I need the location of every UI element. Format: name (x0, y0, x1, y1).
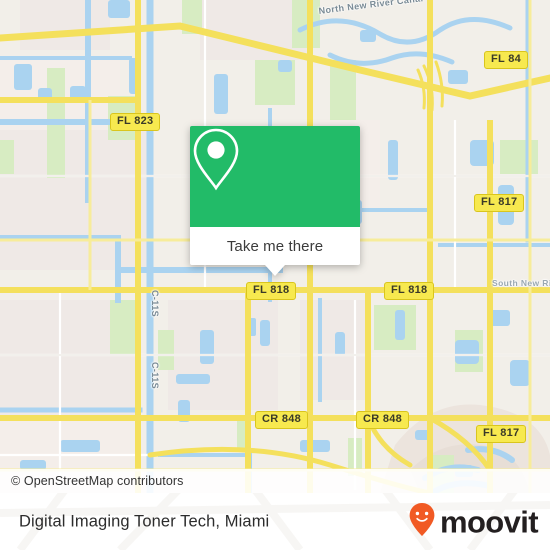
road-shield-fl-818-west[interactable]: FL 818 (246, 282, 297, 300)
openstreetmap-attribution[interactable]: © OpenStreetMap contributors (0, 474, 184, 488)
moovit-wordmark: moovit (439, 504, 539, 539)
footer-bar: Digital Imaging Toner Tech, Miami moovit (0, 493, 550, 550)
place-callout[interactable]: Take me there (190, 126, 360, 276)
take-me-there-label: Take me there (226, 237, 324, 255)
water-label-c11s-upper: C-11S (150, 290, 160, 318)
water-label-south-new-river: South New River Blvd (492, 278, 550, 288)
callout-tail (265, 265, 285, 276)
callout-header (190, 126, 360, 227)
map-page: North New River Canal C-11S C-11S South … (0, 0, 550, 550)
road-shield-fl-823[interactable]: FL 823 (110, 113, 161, 131)
road-shield-cr-848-west[interactable]: CR 848 (255, 411, 309, 429)
take-me-there-button[interactable]: Take me there (190, 227, 360, 276)
place-title: Digital Imaging Toner Tech, Miami (19, 512, 270, 530)
moovit-logo[interactable]: moovit (409, 502, 539, 541)
road-shield-fl-817-south[interactable]: FL 817 (476, 425, 527, 443)
road-shield-fl-84[interactable]: FL 84 (484, 51, 529, 69)
road-shield-cr-848-east[interactable]: CR 848 (356, 411, 410, 429)
water-label-c11s-lower: C-11S (150, 362, 160, 390)
map-canvas[interactable]: North New River Canal C-11S C-11S South … (0, 0, 550, 493)
road-shield-fl-818-east[interactable]: FL 818 (384, 282, 435, 300)
map-attribution-bar: © OpenStreetMap contributors (0, 469, 550, 493)
road-shield-fl-817-north[interactable]: FL 817 (474, 194, 525, 212)
moovit-pin-smile-icon (409, 502, 435, 541)
